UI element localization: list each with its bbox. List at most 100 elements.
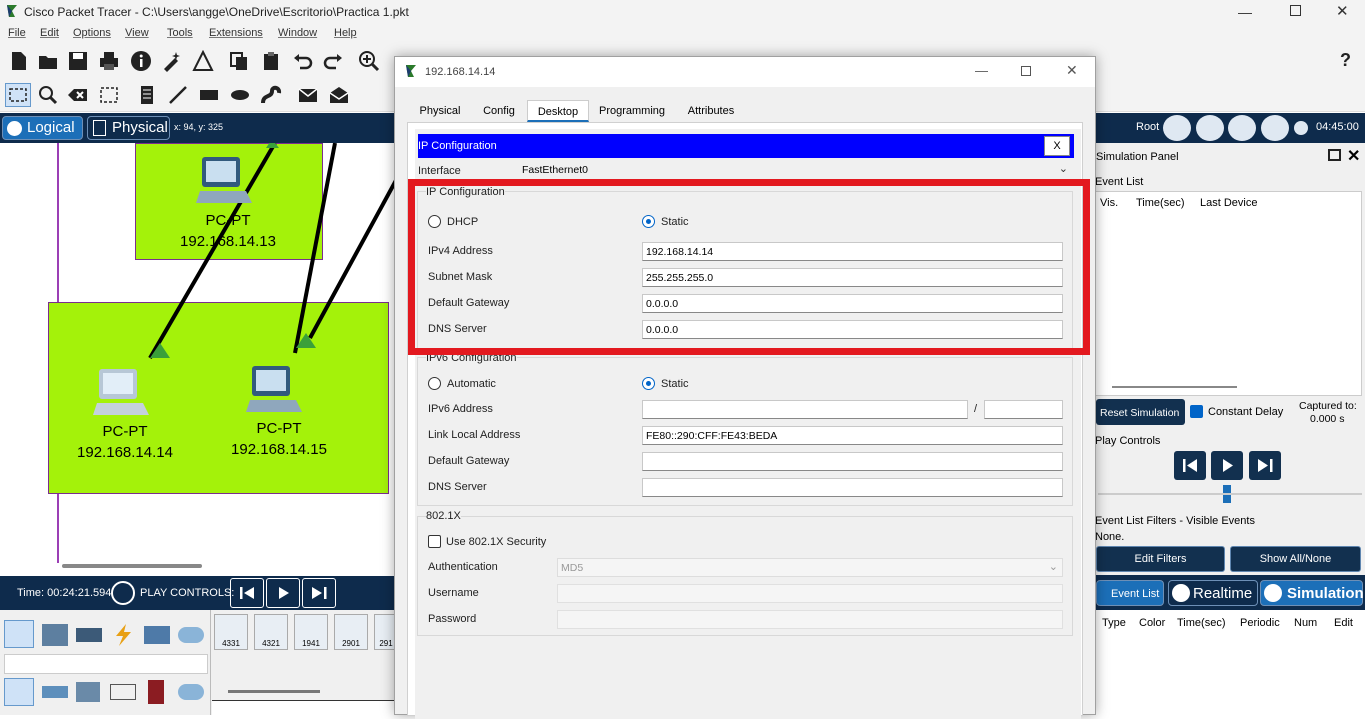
router-model-tile[interactable]: 4331: [214, 614, 248, 650]
dns-server-field[interactable]: 0.0.0.0: [642, 320, 1063, 339]
resize-shape-icon[interactable]: [98, 84, 120, 106]
pc-icon[interactable]: [246, 362, 306, 417]
ipv6-prefix-field[interactable]: [984, 400, 1063, 419]
undock-icon[interactable]: [1328, 149, 1341, 161]
subnet-mask-field[interactable]: 255.255.255.0: [642, 268, 1063, 287]
edit-filters-button[interactable]: Edit Filters: [1096, 546, 1225, 572]
menu-window[interactable]: Window: [278, 27, 317, 39]
copy-icon[interactable]: [228, 50, 250, 72]
info-icon[interactable]: [130, 50, 152, 72]
draw-rectangle-icon[interactable]: [198, 84, 220, 106]
pdu-list-table[interactable]: Type Color Time(sec) Periodic Num Edit: [1094, 610, 1365, 715]
tab-attributes[interactable]: Attributes: [675, 100, 747, 122]
print-icon[interactable]: [98, 50, 120, 72]
show-all-none-button[interactable]: Show All/None: [1230, 546, 1361, 572]
viewport-icon[interactable]: [1294, 121, 1308, 135]
sim-play-button[interactable]: [1211, 451, 1243, 480]
reset-simulation-button[interactable]: Reset Simulation: [1096, 399, 1185, 425]
zoom-in-icon[interactable]: [358, 50, 380, 72]
event-list-scrollbar[interactable]: [1112, 386, 1237, 388]
freeform-icon[interactable]: [260, 84, 282, 106]
models-scrollbar[interactable]: [228, 690, 320, 693]
multiuser-icon[interactable]: [178, 627, 204, 643]
dot1x-checkbox[interactable]: [428, 535, 441, 548]
move-viewport-icon[interactable]: [1228, 115, 1256, 141]
device-search-field[interactable]: [4, 654, 208, 674]
speed-slider-track[interactable]: [1098, 493, 1362, 495]
place-note-icon[interactable]: [136, 84, 158, 106]
menu-tools[interactable]: Tools: [167, 27, 193, 39]
event-list-table[interactable]: Vis. Time(sec) Last Device: [1095, 191, 1362, 396]
ipv4-address-field[interactable]: 192.168.14.14: [642, 242, 1063, 261]
delete-icon[interactable]: [67, 84, 89, 106]
static-radio[interactable]: [642, 215, 655, 228]
add-complex-pdu-icon[interactable]: [328, 84, 350, 106]
menu-view[interactable]: View: [125, 27, 149, 39]
router-model-tile[interactable]: 2901: [334, 614, 368, 650]
close-panel-icon[interactable]: ✕: [1347, 146, 1360, 166]
inspect-icon[interactable]: [37, 84, 59, 106]
menu-help[interactable]: Help: [334, 27, 357, 39]
draw-ellipse-icon[interactable]: [229, 84, 251, 106]
misc-icon[interactable]: [144, 626, 170, 644]
menu-edit[interactable]: Edit: [40, 27, 59, 39]
logical-mode-button[interactable]: Logical: [2, 116, 83, 140]
play-button[interactable]: [266, 578, 300, 608]
dialog-maximize-icon[interactable]: [1021, 66, 1031, 76]
save-icon[interactable]: [67, 50, 89, 72]
ip-config-close-button[interactable]: X: [1044, 136, 1070, 156]
draw-line-icon[interactable]: [167, 84, 189, 106]
dialog-minimize-icon[interactable]: —: [975, 63, 988, 78]
wireless-icon[interactable]: [110, 684, 136, 700]
event-list-button[interactable]: Event List: [1096, 580, 1164, 606]
hubs-icon[interactable]: [76, 682, 100, 702]
menu-file[interactable]: File: [8, 27, 26, 39]
pc-icon[interactable]: [196, 153, 256, 208]
power-cycle-icon[interactable]: [111, 581, 135, 605]
horizontal-scrollbar[interactable]: [62, 564, 202, 568]
activity-wizard-icon[interactable]: [161, 50, 183, 72]
menu-extensions[interactable]: Extensions: [209, 27, 263, 39]
default-gateway-field[interactable]: 0.0.0.0: [642, 294, 1063, 313]
router-model-tile[interactable]: 4321: [254, 614, 288, 650]
forward-step-button[interactable]: [302, 578, 336, 608]
sim-back-button[interactable]: [1174, 451, 1206, 480]
tab-config[interactable]: Config: [473, 100, 525, 122]
sim-forward-button[interactable]: [1249, 451, 1281, 480]
physical-mode-button[interactable]: Physical: [87, 116, 170, 140]
cluster-icon[interactable]: [1196, 115, 1224, 141]
restore-icon[interactable]: [1290, 5, 1301, 16]
undo-icon[interactable]: [292, 50, 314, 72]
ipv6-static-radio[interactable]: [642, 377, 655, 390]
root-label[interactable]: Root: [1136, 121, 1159, 133]
constant-delay-checkbox[interactable]: [1190, 405, 1203, 418]
minimize-icon[interactable]: —: [1238, 4, 1252, 20]
wan-emulation-icon[interactable]: [178, 684, 204, 700]
network-devices-icon[interactable]: [4, 620, 34, 648]
help-icon[interactable]: ?: [1340, 50, 1351, 71]
ipv6-address-field[interactable]: [642, 400, 968, 419]
back-step-button[interactable]: [230, 578, 264, 608]
ipv6-automatic-radio[interactable]: [428, 377, 441, 390]
ipv6-gateway-field[interactable]: [642, 452, 1063, 471]
ipv6-dns-field[interactable]: [642, 478, 1063, 497]
open-folder-icon[interactable]: [37, 50, 59, 72]
set-background-icon[interactable]: [1261, 115, 1289, 141]
network-info-icon[interactable]: [192, 49, 214, 72]
back-icon[interactable]: [1163, 115, 1191, 141]
select-tool-icon[interactable]: [5, 83, 31, 107]
router-model-tile[interactable]: 1941: [294, 614, 328, 650]
authentication-select[interactable]: MD5 ⌄: [557, 558, 1063, 577]
end-devices-icon[interactable]: [42, 624, 68, 646]
tab-physical[interactable]: Physical: [407, 100, 473, 122]
dialog-close-icon[interactable]: ✕: [1066, 62, 1078, 79]
components-icon[interactable]: [76, 628, 102, 642]
username-field[interactable]: [557, 584, 1063, 603]
logical-workspace[interactable]: PC-PT 192.168.14.13 PC-PT 192.168.14.14 …: [0, 143, 400, 576]
security-icon[interactable]: [148, 680, 164, 704]
pc-icon[interactable]: [93, 365, 153, 420]
redo-icon[interactable]: [322, 50, 344, 72]
new-file-icon[interactable]: [8, 50, 30, 72]
menu-options[interactable]: Options: [73, 27, 111, 39]
paste-icon[interactable]: [260, 50, 282, 72]
